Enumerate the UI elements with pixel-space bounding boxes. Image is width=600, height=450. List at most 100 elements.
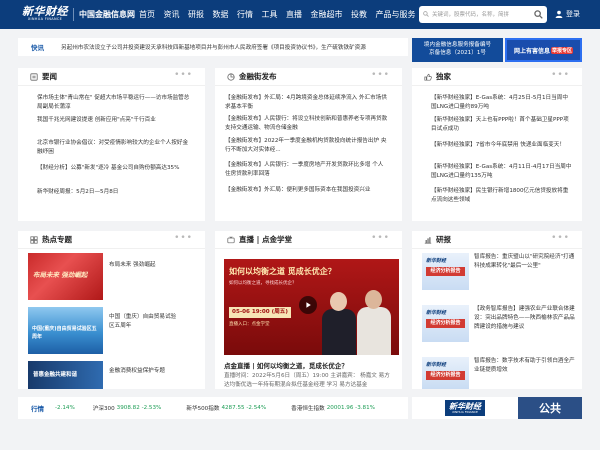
list-item[interactable]: 新华财经周报：5月2日—5月8日	[37, 188, 190, 197]
nav-quotes[interactable]: 行情	[237, 9, 253, 20]
login-label: 登录	[566, 10, 580, 18]
report-thumb-title: 经济分析报告	[426, 319, 465, 328]
list-item[interactable]: 北京市银行业协会倡议：对受疫情影响较大的企业个人按好金融纾困	[37, 139, 190, 157]
market-quotes-bar: 行情 -2.14% 沪深300 3908.82 -2.53% 新华500指数 4…	[18, 397, 408, 419]
video-caption[interactable]: 点金直播 | 如何以均衡之道，觅成长优企？	[224, 360, 348, 370]
topics-card-header: 热点专题 •••	[18, 231, 205, 249]
topic-label-2[interactable]: 中国（重庆）自由贸易试验区五周年	[109, 313, 179, 331]
topic-thumbnail-3[interactable]: 普惠金融共建和谐	[28, 361, 103, 389]
service-registration-line1: 境内金融信息服务报备编号	[423, 42, 492, 48]
report-item-1[interactable]: 智库报告：重庆璧山以"研究院经济"打通科技成果转化"最后一公里"	[474, 253, 576, 271]
login-button[interactable]: 登录	[555, 9, 580, 19]
video-subtitle: 如何以均衡之道，寻找成长优企？	[229, 281, 297, 286]
market-index-value-4: 20001.96 -3.81%	[326, 405, 375, 411]
market-index-name-4[interactable]: 香港恒生指数	[291, 404, 325, 412]
top-navigation-bar: 新华财经 XINHUA FINANCE 中国金融信息网 首页 资讯 研报 数据 …	[0, 0, 600, 29]
main-nav: 首页 资讯 研报 数据 行情 工具 直播 金融超市 投教 产品与服务▾	[139, 0, 445, 29]
research-card-header: 研报 •••	[412, 231, 582, 249]
nav-tools[interactable]: 工具	[262, 9, 278, 20]
more-dots-icon[interactable]: •••	[551, 233, 570, 243]
report-thumb-logo: 新华财经	[426, 258, 447, 264]
exclusive-card: 独家 ••• 【新华财经独家】E-Gas系统：4月25日-5月1日当周中国LNG…	[412, 68, 582, 221]
topic-label-3[interactable]: 金融消费权益保护专题	[109, 367, 199, 376]
play-button[interactable]	[299, 296, 317, 314]
logo-mark: 新华财经 XINHUA FINANCE	[22, 6, 68, 22]
list-item[interactable]: 【新华财经独家】民生银行新增1800亿元信贷投放将重点流向这些领域	[431, 187, 572, 205]
nav-research[interactable]: 研报	[188, 9, 204, 20]
nav-investor-education[interactable]: 投教	[351, 9, 367, 20]
live-video-player[interactable]: 如何以均衡之道 觅成长优企？ 如何以均衡之道，寻找成长优企？ 05-06 19:…	[224, 259, 399, 355]
list-item[interactable]: 【新华财经独家】E-Gas系统：4月25日-5月1日当周中国LNG进口量约89万…	[431, 94, 572, 112]
ticker-headline[interactable]: 另起州市农法设立子公司并投资建设天承科技四新基地项目并与彭州市人民政府签署《项目…	[61, 43, 366, 51]
list-item[interactable]: 【新华财经独家】E-Gas系统：4月11日-4月17日当周中国LNG进口量约13…	[431, 163, 572, 181]
research-card: 研报 ••• 新华财经 经济分析报告 智库报告：重庆璧山以"研究院经济"打通科技…	[412, 231, 582, 389]
more-dots-icon[interactable]: •••	[174, 70, 193, 80]
market-index-name-3[interactable]: 新华500指数	[186, 404, 219, 412]
footer-logo-sub: XINHUA FINANCE	[452, 410, 478, 414]
list-item[interactable]: 【金融街发布】外汇局：4月跨境资金总体延续净流入 外汇市场供求基本平衡	[225, 94, 388, 112]
report-thumb-title: 经济分析报告	[426, 267, 465, 276]
finance-street-card-title: 金融街发布	[239, 72, 277, 81]
finance-street-card: 金融街发布 ••• 【金融街发布】外汇局：4月跨境资金总体延续净流入 外汇市场供…	[215, 68, 402, 221]
market-index-name-2[interactable]: 沪深300	[93, 404, 115, 412]
more-dots-icon[interactable]: •••	[371, 70, 390, 80]
nav-news[interactable]: 资讯	[164, 9, 180, 20]
presenter-figure-1	[322, 292, 356, 355]
live-card-header: 直播 | 点金学堂 •••	[215, 231, 402, 249]
logo-divider	[73, 7, 74, 21]
list-item[interactable]: 【新华财经独家】7省市今年底禁用 快递业面临变天！	[431, 141, 572, 150]
public-service-label: 公共	[539, 402, 561, 415]
news-icon	[30, 72, 38, 81]
report-thumbnail-3[interactable]: 新华财经 经济分析报告	[422, 357, 469, 389]
flash-news-ticker: 快讯 另起州市农法设立子公司并投资建设天承科技四新基地项目并与彭州市人民政府签署…	[18, 38, 408, 56]
footer-logo-mark: 新华财经 XINHUA FINANCE	[445, 400, 485, 416]
list-item[interactable]: 保市场主体"青山常在" 促超大市场平稳运行——访市场监管总局副局长蒲淳	[37, 94, 190, 112]
topic-icon	[30, 235, 38, 244]
nav-data[interactable]: 数据	[213, 9, 229, 20]
list-item[interactable]: 我国千兆光网建设提速 创新应用"点亮"千行百业	[37, 116, 190, 125]
play-icon	[306, 302, 311, 308]
nav-home[interactable]: 首页	[139, 9, 155, 20]
topic-thumb-text-3: 普惠金融共建和谐	[33, 372, 78, 378]
report-thumb-logo: 新华财经	[426, 310, 447, 316]
thumbs-up-icon	[424, 73, 432, 81]
list-item[interactable]: 【金融街发布】2022年一季度金融机构贷款投向统计报告出炉 央行不断加大对实体经…	[225, 137, 388, 155]
list-item[interactable]: 【新华财经独家】天上也有PPP啦！首个基础卫星PPP项目试点成功	[431, 116, 572, 134]
search-button[interactable]	[530, 6, 547, 23]
nav-live[interactable]: 直播	[286, 9, 302, 20]
search-field-icon	[423, 11, 429, 17]
live-card-title: 直播 | 点金学堂	[239, 235, 292, 244]
video-date-badge: 05-06 19:00 (周五)	[229, 307, 291, 318]
topic-thumbnail-1[interactable]: 布局未来 强劲崛起	[28, 253, 103, 300]
site-logo[interactable]: 新华财经 XINHUA FINANCE 中国金融信息网	[22, 6, 135, 22]
list-item[interactable]: 【金融街发布】外汇局：便利更多国际资本在我国投资兴业	[225, 186, 388, 195]
logo-sub-text: XINHUA FINANCE	[27, 17, 63, 21]
list-item[interactable]: 【金融街发布】人民银行：一季度房地产开发贷款环比多增 个人住房贷款利率回落	[225, 161, 388, 179]
list-item[interactable]: 【金融街发布】人民银行：将设立科技创新和普惠养老专项再贷款支持交通运输、物流仓储…	[225, 115, 388, 133]
market-label[interactable]: 行情	[31, 403, 44, 413]
report-item-3[interactable]: 智库报告：数字技术有助于引领白酒全产业链提质增效	[474, 357, 576, 375]
nav-finance-market[interactable]: 金融超市	[311, 9, 343, 20]
report-item-2[interactable]: 【政务智库报告】建强农业产业联合体建设：突出品牌特色——陕西榆林农产品品牌建设的…	[474, 305, 576, 332]
presenter-figure-2	[357, 290, 391, 355]
more-dots-icon[interactable]: •••	[174, 233, 193, 243]
harmful-info-report-banner[interactable]: 网上有害信息 举报专区	[505, 38, 582, 62]
report-thumbnail-1[interactable]: 新华财经 经济分析报告	[422, 253, 469, 290]
topic-thumb-text-2: 中国(重庆)自由贸易试验区五周年	[32, 326, 97, 340]
news-card-header: 要闻 •••	[18, 68, 205, 86]
search-input[interactable]: 关键词，股票代码，名称，简拼	[432, 10, 509, 18]
market-index-value-1: -2.14%	[55, 405, 75, 411]
footer-logo[interactable]: 新华财经 XINHUA FINANCE	[412, 397, 518, 419]
user-icon	[555, 10, 563, 18]
more-dots-icon[interactable]: •••	[551, 70, 570, 80]
report-thumbnail-2[interactable]: 新华财经 经济分析报告	[422, 305, 469, 342]
nav-products-label: 产品与服务	[375, 10, 416, 19]
topic-label-1[interactable]: 布局未来 强劲崛起	[109, 261, 199, 270]
exclusive-card-title: 独家	[436, 72, 451, 81]
more-dots-icon[interactable]: •••	[371, 233, 390, 243]
topic-thumbnail-2[interactable]: 中国(重庆)自由贸易试验区五周年	[28, 307, 103, 354]
public-service-banner[interactable]: 公共	[518, 397, 582, 419]
service-registration-banner[interactable]: 境内金融信息服务报备编号 京备信息（2021）1号	[412, 38, 503, 62]
report-banner-label: 网上有害信息	[513, 47, 550, 55]
list-item[interactable]: 【财经分析】公募"新发"逐冷 基金公司自购份额高达35%	[37, 164, 190, 173]
